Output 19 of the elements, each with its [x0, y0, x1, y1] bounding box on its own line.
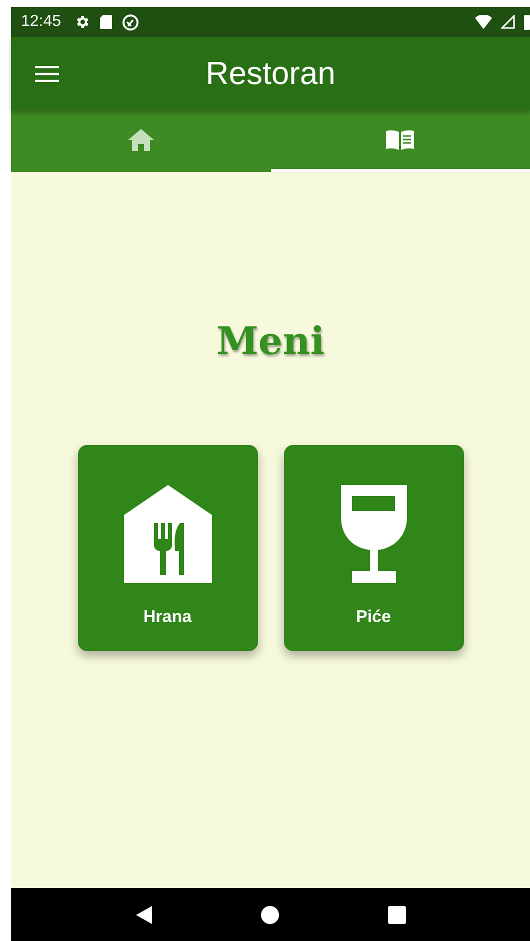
battery-icon: [524, 14, 530, 30]
restaurant-icon: [124, 485, 212, 583]
menu-icon[interactable]: [35, 66, 59, 82]
wifi-icon: [475, 15, 492, 29]
category-card[interactable]: Piće: [284, 445, 464, 651]
wine-glass-icon: [340, 485, 406, 583]
circle-icon: [122, 14, 140, 30]
book-icon: [385, 128, 416, 150]
status-time: 12:45: [21, 13, 62, 31]
home-icon: [128, 128, 154, 150]
settings-icon: [74, 14, 90, 30]
home-button-icon[interactable]: [260, 906, 278, 924]
sd-card-icon: [99, 14, 114, 30]
category-card[interactable]: Hrana: [78, 445, 258, 651]
recents-icon[interactable]: [388, 906, 406, 924]
menu-heading: Meni: [216, 318, 325, 363]
back-icon[interactable]: [136, 906, 152, 924]
signal-icon: [501, 15, 515, 29]
app-title: Restoran: [204, 55, 336, 92]
